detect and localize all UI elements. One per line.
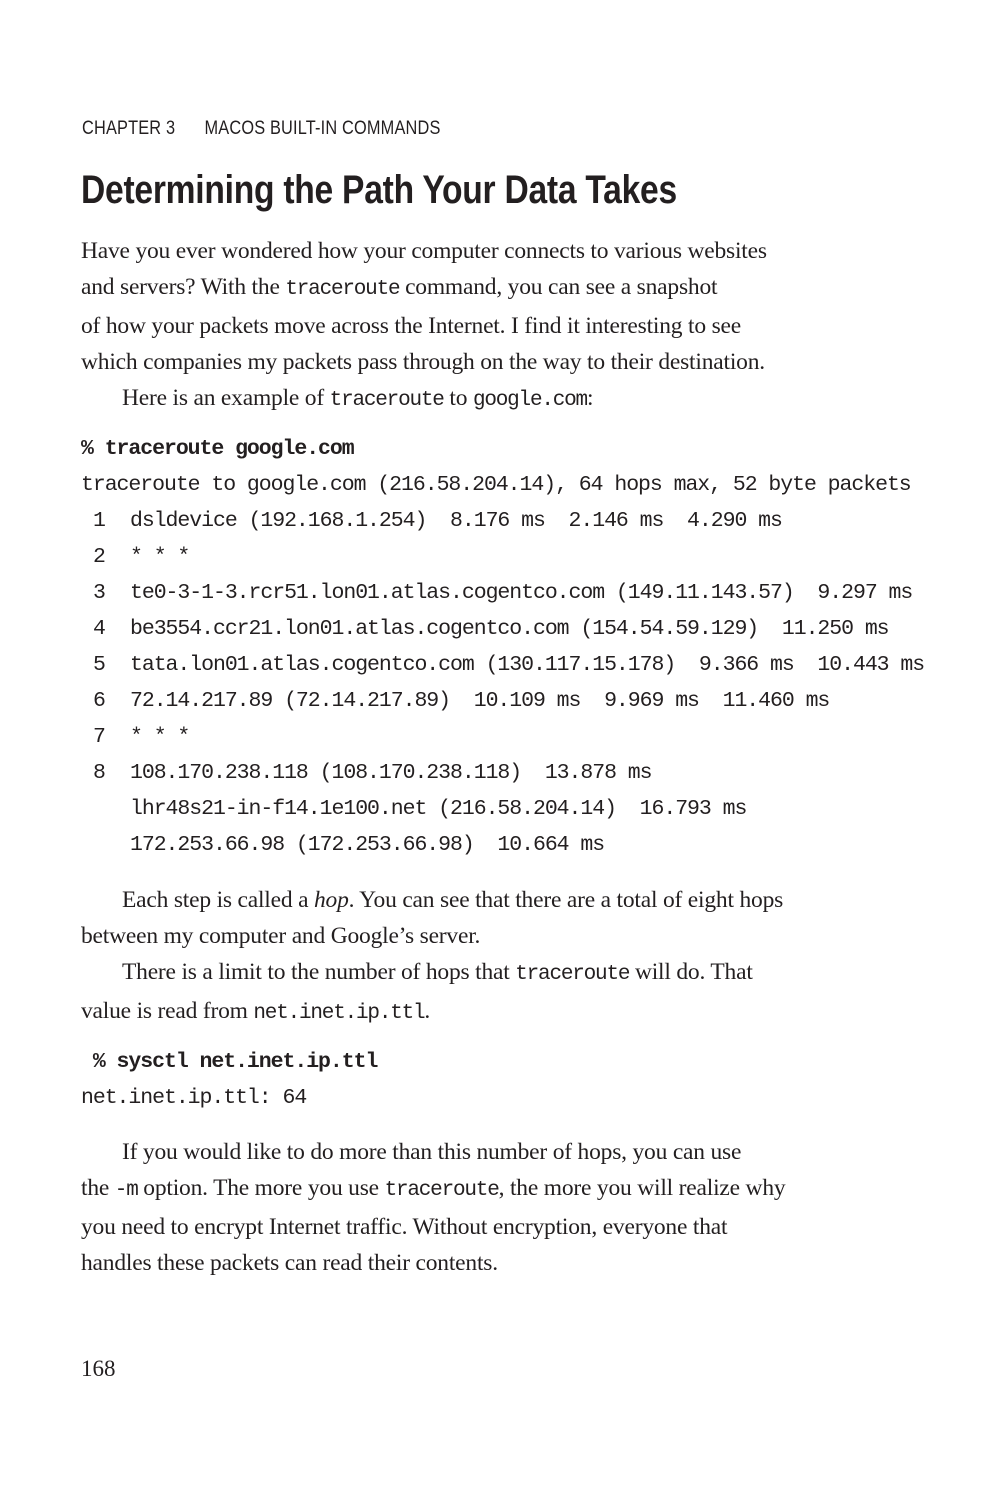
intro-line-3: of how your packets move across the Inte… xyxy=(81,313,741,339)
page-number: 168 xyxy=(81,1356,116,1381)
inline-code: -m xyxy=(114,1179,139,1202)
hop-number: 6 xyxy=(93,689,106,713)
hop-row: 6 72.14.217.89 (72.14.217.89) 10.109 ms 9… xyxy=(81,683,924,719)
hop-number: 4 xyxy=(93,617,106,641)
hop-detail: te0-3-1-3.rcr51.lon01.atlas.cogentco.com… xyxy=(130,581,913,605)
hop-row: 172.253.66.98 (172.253.66.98) 10.664 ms xyxy=(81,827,924,863)
traceroute-code-block: % traceroute google.com traceroute to goo… xyxy=(81,431,925,863)
hop-paragraph: Each step is called a hop. You can see t… xyxy=(81,887,784,949)
hop-row: 5 tata.lon01.atlas.cogentco.com (130.117.… xyxy=(81,647,925,683)
sysctl-output: net.inet.ip.ttl: 64 xyxy=(81,1086,307,1110)
book-page: CHAPTER 3 MACOS BUILT-IN COMMANDS Determi… xyxy=(0,0,989,1500)
hop-detail: dsldevice (192.168.1.254) 8.176 ms 2.146… xyxy=(130,509,783,533)
hop-number: 7 xyxy=(93,725,106,749)
hop-detail: 108.170.238.118 (108.170.238.118) 13.878… xyxy=(130,761,653,785)
hop-detail: * * * xyxy=(130,545,190,569)
example-line: Here is an example of traceroute to goog… xyxy=(122,385,594,412)
hop-detail: * * * xyxy=(130,725,190,749)
hop-row: 4 be3554.ccr21.lon01.atlas.cogentco.com (… xyxy=(81,611,924,647)
inline-code: traceroute xyxy=(285,278,400,301)
inline-code: traceroute xyxy=(515,963,630,986)
hop-number: 2 xyxy=(93,545,106,569)
chapter-title: MACOS BUILT-IN COMMANDS xyxy=(204,118,441,139)
closing-paragraph: If you would like to do more than this n… xyxy=(81,1139,786,1276)
hop-detail: be3554.ccr21.lon01.atlas.cogentco.com (1… xyxy=(130,617,890,641)
hop-row: 3 te0-3-1-3.rcr51.lon01.atlas.cogentco.co… xyxy=(81,575,924,611)
traceroute-header: traceroute to google.com (216.58.204.14)… xyxy=(81,473,912,497)
inline-code: traceroute xyxy=(329,389,445,412)
hop-detail: tata.lon01.atlas.cogentco.com (130.117.1… xyxy=(130,653,925,677)
sysctl-command: % sysctl net.inet.ip.ttl xyxy=(81,1050,379,1074)
emphasis: hop xyxy=(314,887,349,913)
traceroute-command: % traceroute google.com xyxy=(81,437,355,461)
running-head: CHAPTER 3 MACOS BUILT-IN COMMANDS xyxy=(82,118,441,140)
inline-code: traceroute xyxy=(384,1179,500,1202)
hop-list: 1 dsldevice (192.168.1.254) 8.176 ms 2.14… xyxy=(81,503,925,863)
hop-number: 1 xyxy=(93,509,106,533)
hop-row: 7 * * * xyxy=(81,719,924,755)
hop-row: 8 108.170.238.118 (108.170.238.118) 13.87… xyxy=(81,755,924,791)
sysctl-code-block: % sysctl net.inet.ip.ttl net.inet.ip.ttl:… xyxy=(81,1044,379,1116)
intro-line-2: and servers? With the traceroute command… xyxy=(81,274,718,301)
inline-code: google.com xyxy=(472,389,588,412)
hop-row: 1 dsldevice (192.168.1.254) 8.176 ms 2.14… xyxy=(81,503,924,539)
hop-number: 5 xyxy=(93,653,106,677)
hop-row: lhr48s21-in-f14.1e100.net (216.58.204.14… xyxy=(81,791,924,827)
limit-paragraph: There is a limit to the number of hops t… xyxy=(81,959,753,1025)
section-title: Determining the Path Your Data Takes xyxy=(81,168,677,212)
intro-line-4: which companies my packets pass through … xyxy=(81,349,765,375)
hop-detail: lhr48s21-in-f14.1e100.net (216.58.204.14… xyxy=(130,797,747,821)
inline-code: net.inet.ip.ttl xyxy=(253,1002,425,1025)
hop-row: 2 * * * xyxy=(81,539,924,575)
hop-number: 8 xyxy=(93,761,106,785)
hop-detail: 72.14.217.89 (72.14.217.89) 10.109 ms 9.… xyxy=(130,689,830,713)
hop-number: 3 xyxy=(93,581,106,605)
intro-line-1: Have you ever wondered how your computer… xyxy=(81,238,767,264)
chapter-label: CHAPTER 3 xyxy=(82,118,176,139)
intro-paragraph: Have you ever wondered how your computer… xyxy=(81,233,881,419)
hop-detail: 172.253.66.98 (172.253.66.98) 10.664 ms xyxy=(130,833,605,857)
